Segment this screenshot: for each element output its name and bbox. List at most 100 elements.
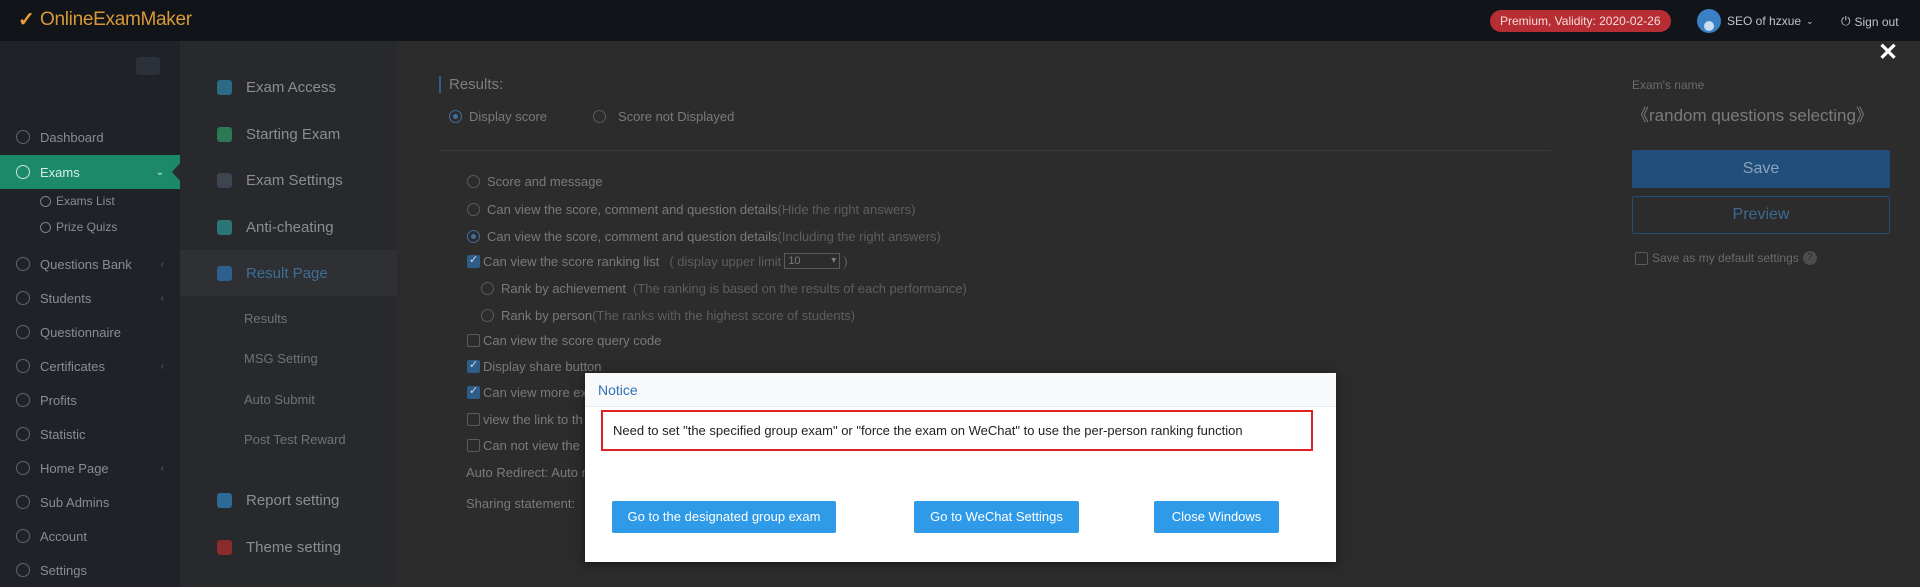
- checkbox-off[interactable]: [467, 413, 480, 426]
- radio-off[interactable]: [467, 203, 480, 216]
- display-score-radio[interactable]: Display score: [449, 109, 547, 124]
- score-not-displayed-radio[interactable]: Score not Displayed: [593, 109, 734, 124]
- rank-by-achievement-radio[interactable]: Rank by achievement (The ranking is based…: [481, 281, 967, 296]
- go-to-wechat-settings-button[interactable]: Go to WeChat Settings: [914, 501, 1079, 533]
- subitem-label: Exams List: [56, 194, 115, 208]
- checkbox-on[interactable]: [467, 253, 480, 268]
- sidebar-item-students[interactable]: Students ‹: [0, 281, 180, 315]
- sidebar-item-account[interactable]: Account: [0, 519, 180, 553]
- sidebar-item-certificates[interactable]: Certificates ‹: [0, 349, 180, 383]
- option-label: Rank by person: [501, 308, 593, 323]
- start-icon: [217, 126, 232, 142]
- section-anti-cheating[interactable]: Anti-cheating: [180, 204, 397, 250]
- subitem-label: Prize Quizs: [56, 220, 118, 234]
- checkbox-on[interactable]: [467, 384, 480, 399]
- section-exam-access[interactable]: Exam Access: [180, 64, 397, 110]
- chevron-down-icon: ⌄: [1806, 15, 1814, 26]
- section-label: Result Page: [246, 264, 328, 282]
- section-sub-post-test-reward[interactable]: Post Test Reward: [244, 432, 346, 447]
- sidebar-subitem-prize-quizs[interactable]: Prize Quizs: [40, 220, 117, 234]
- sidebar-item-statistic[interactable]: Statistic: [0, 417, 180, 451]
- sidebar-item-questions-bank[interactable]: Questions Bank ‹: [0, 247, 180, 281]
- radio-off[interactable]: [481, 309, 494, 322]
- rank-by-person-radio[interactable]: Rank by person (The ranks with the highes…: [481, 308, 855, 323]
- sidebar-item-label: Home Page: [40, 460, 109, 476]
- help-icon[interactable]: ?: [1802, 251, 1817, 265]
- section-starting-exam[interactable]: Starting Exam: [180, 111, 397, 157]
- go-to-group-exam-settings-button[interactable]: Go to the designated group exam Settings: [612, 501, 836, 556]
- sidebar-item-profits[interactable]: Profits: [0, 383, 180, 417]
- radio-on[interactable]: [467, 230, 480, 243]
- sidebar-item-label: Account: [40, 528, 87, 544]
- check-circle-icon: [40, 195, 51, 207]
- radio-on[interactable]: [449, 110, 462, 123]
- default-settings-checkbox[interactable]: Save as my default settings ?: [1635, 251, 1817, 265]
- section-sub-results[interactable]: Results: [244, 311, 287, 326]
- logo[interactable]: ✓ OnlineExamMaker: [18, 9, 192, 31]
- users-icon: [16, 291, 30, 305]
- sidebar-item-dashboard[interactable]: Dashboard: [0, 120, 180, 154]
- option-hint: ): [843, 253, 848, 269]
- sidebar-subitem-exams-list[interactable]: Exams List: [40, 194, 115, 208]
- top-bar: ✓ OnlineExamMaker Premium, Validity: 202…: [0, 0, 1920, 41]
- checkbox-off[interactable]: [467, 334, 480, 347]
- option-label: Save as my default settings: [1652, 251, 1799, 265]
- can-not-view-checkbox[interactable]: Can not view the: [467, 438, 580, 453]
- ranking-limit-select[interactable]: 10: [784, 253, 841, 269]
- section-report-setting[interactable]: Report setting: [180, 477, 397, 523]
- section-result-page[interactable]: Result Page: [180, 250, 397, 296]
- option-label: Score not Displayed: [618, 109, 735, 124]
- ranking-list-checkbox[interactable]: Can view the score ranking list ( display…: [467, 253, 848, 269]
- sidebar-item-sub-admins[interactable]: Sub Admins: [0, 485, 180, 519]
- share-button-checkbox[interactable]: Display share button: [467, 358, 602, 374]
- sidebar-item-exams[interactable]: Exams ⌄: [0, 155, 180, 189]
- checkbox-on[interactable]: [467, 358, 480, 373]
- section-label: Report setting: [246, 491, 340, 509]
- query-code-checkbox[interactable]: Can view the score query code: [467, 333, 661, 348]
- section-exam-settings[interactable]: Exam Settings: [180, 157, 397, 203]
- radio-off[interactable]: [467, 175, 480, 188]
- section-sub-msg-setting[interactable]: MSG Setting: [244, 351, 318, 366]
- view-link-checkbox[interactable]: view the link to th: [467, 412, 583, 427]
- dialog-message: Need to set "the specified group exam" o…: [601, 410, 1313, 451]
- sidebar-item-label: Questionnaire: [40, 324, 121, 340]
- more-exams-checkbox[interactable]: Can view more ex: [467, 384, 588, 400]
- sidebar-item-questionnaire[interactable]: Questionnaire: [0, 315, 180, 349]
- sidebar-item-home-page[interactable]: Home Page ‹: [0, 451, 180, 485]
- sidebar-item-label: Sub Admins: [40, 494, 110, 510]
- option-hint: ( display upper limit: [669, 253, 782, 269]
- radio-off[interactable]: [593, 110, 606, 123]
- active-indicator: [172, 163, 180, 181]
- option-label: Score and message: [487, 174, 603, 189]
- preview-button[interactable]: Preview: [1632, 196, 1890, 234]
- close-windows-button[interactable]: Close Windows: [1154, 501, 1279, 533]
- sign-out-button[interactable]: ⏻ Sign out: [1841, 14, 1899, 29]
- close-icon[interactable]: ✕: [1878, 38, 1898, 67]
- section-theme-setting[interactable]: Theme setting: [180, 524, 397, 570]
- view-details-hide-answers-radio[interactable]: Can view the score, comment and question…: [467, 202, 916, 217]
- chevron-down-icon: ⌄: [155, 166, 164, 178]
- right-panel: Exam's name 《random questions selecting》…: [1610, 41, 1920, 587]
- radio-off[interactable]: [481, 282, 494, 295]
- premium-badge[interactable]: Premium, Validity: 2020-02-26: [1490, 10, 1671, 32]
- checkbox-off[interactable]: [467, 439, 480, 452]
- view-details-with-answers-radio[interactable]: Can view the score, comment and question…: [467, 229, 941, 244]
- shield-icon: [217, 219, 232, 235]
- checkbox-off[interactable]: [1635, 251, 1648, 265]
- checkbox-icon: [16, 325, 30, 339]
- option-label: Can view more ex: [483, 385, 588, 400]
- sidebar-item-settings[interactable]: Settings: [0, 553, 180, 587]
- section-label: Starting Exam: [246, 125, 341, 143]
- sidebar: Dashboard Exams ⌄ Exams List Prize Quizs …: [0, 41, 180, 587]
- card-icon: [16, 393, 30, 407]
- shuffle-icon: [40, 221, 51, 233]
- menu-toggle-icon[interactable]: [136, 57, 160, 75]
- option-label: Rank by achievement: [501, 281, 627, 296]
- section-sub-auto-submit[interactable]: Auto Submit: [244, 392, 315, 407]
- score-and-message-radio[interactable]: Score and message: [467, 174, 603, 189]
- save-button[interactable]: Save: [1632, 150, 1890, 188]
- user-menu[interactable]: SEO of hzxue ⌄: [1697, 9, 1814, 33]
- option-label: view the link to th: [483, 412, 583, 427]
- chevron-left-icon: ‹: [160, 360, 164, 372]
- sharing-statement-label: Sharing statement:: [466, 496, 576, 511]
